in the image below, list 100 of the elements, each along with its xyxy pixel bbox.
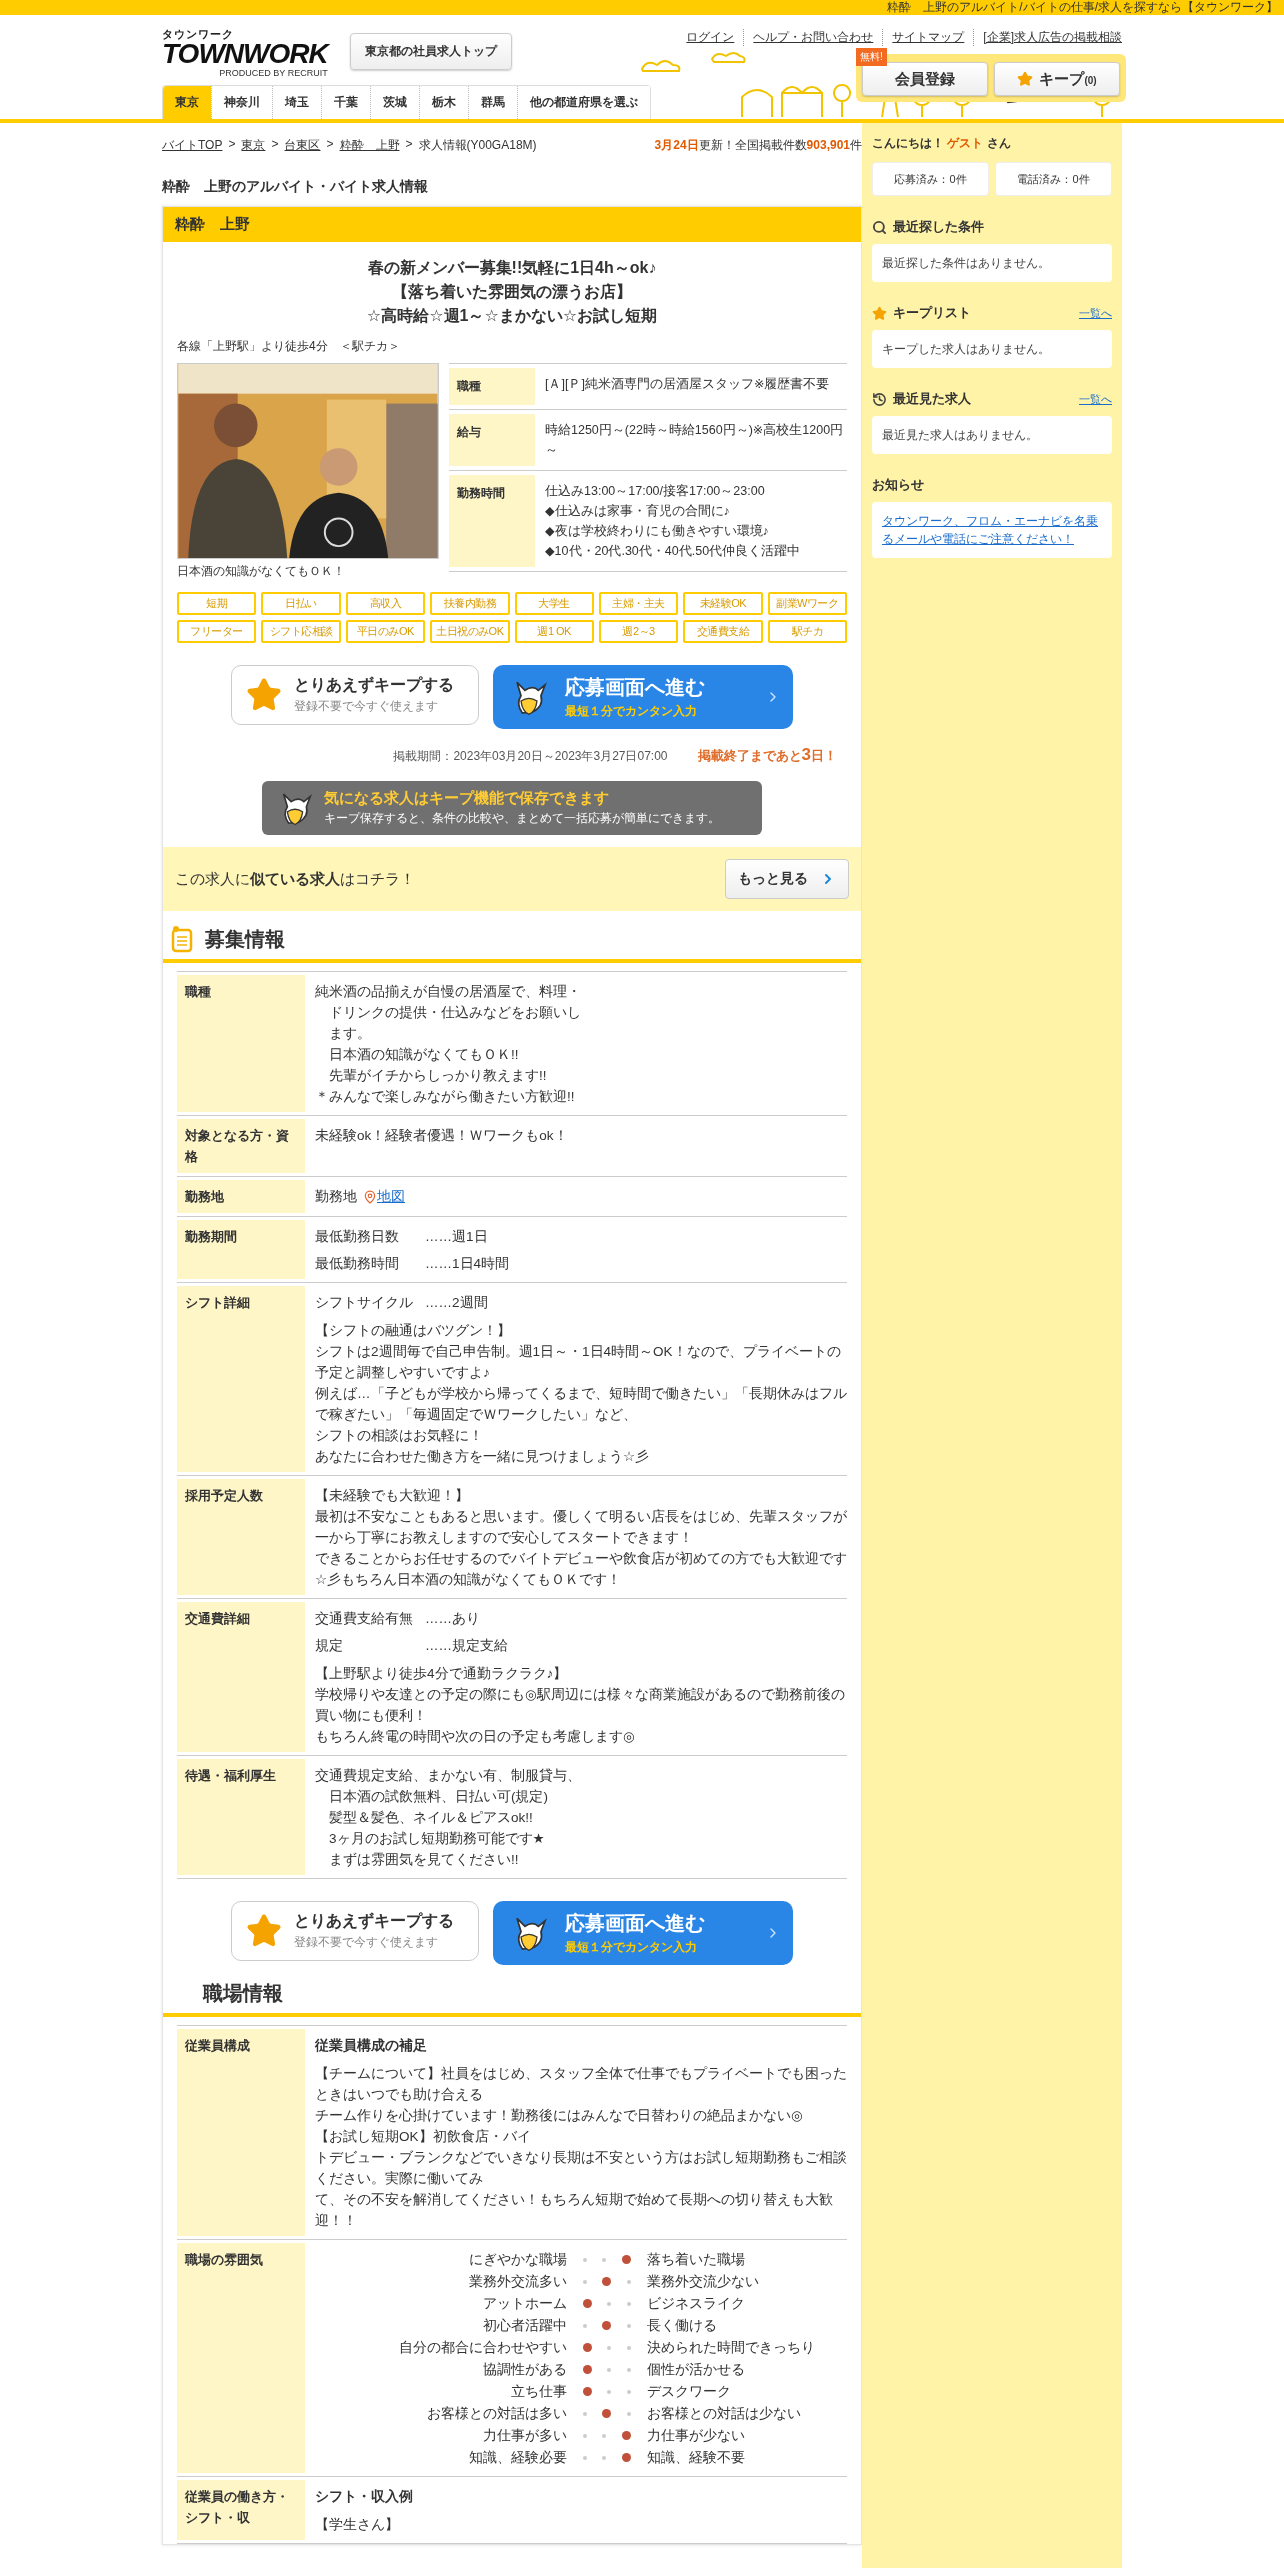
description-line: 【学生さん】 (315, 2516, 400, 2534)
description-line: 日本酒の試飲無料、日払い可(規定) (328, 1788, 549, 1806)
sidebar-heading: 最近見た求人 (893, 390, 971, 408)
pin-icon (363, 1189, 377, 1204)
prefecture-tab[interactable]: 他の都道府県を選ぶ (517, 86, 650, 119)
location-text: 勤務地 (315, 1188, 357, 1206)
prefecture-tab[interactable]: 東京 (163, 86, 211, 119)
description-line: 交通費規定支給、まかない有、制服貸与、 (315, 1767, 582, 1785)
scale-right-label: 長く働ける (646, 2317, 718, 2335)
summary-value: ◆仕込みは家事・育児の合間に♪ (545, 503, 731, 520)
similar-jobs-text: この求人に似ている求人はコチラ！ (175, 869, 415, 889)
search-icon (872, 219, 887, 235)
deadline-notice: 掲載終了まであと3日！ (697, 745, 837, 765)
view-all-link[interactable]: 一覧へ (1079, 305, 1112, 321)
header-link[interactable]: ヘルプ・お問い合わせ (743, 29, 883, 46)
description-line: 最初は不安なこともあると思います。優しくて明るい店長をはじめ、先輩スタッフが一から丁寧にお教えしますので安心してスタートできます！ (315, 1508, 847, 1547)
job-headline: 春の新メンバー募集!!気軽に1日4h～ok♪ (366, 258, 658, 278)
keep-list-button[interactable]: キープ(0) (994, 62, 1120, 96)
corporate-jobs-button[interactable]: 東京都の社員求人トップ (349, 33, 512, 70)
keep-button[interactable]: とりあえずキープする 登録不要で今すぐ使えます (231, 1901, 479, 1961)
breadcrumb-separator: > (228, 137, 236, 153)
memo-icon (171, 925, 193, 953)
feature-tag: 週2～3 (598, 620, 679, 643)
detail-label: 最低勤務日数 (315, 1228, 400, 1246)
section-title: 募集情報 (205, 926, 285, 952)
breadcrumb-separator: > (405, 137, 413, 153)
breadcrumb-link[interactable]: 台東区 (284, 137, 321, 154)
description-line: まずは雰囲気を見てください!! (328, 1851, 520, 1869)
row-label: 勤務期間 (177, 1220, 305, 1279)
detail-value: ……2週間 (425, 1294, 488, 1312)
breadcrumb-link[interactable]: バイトTOP (162, 137, 223, 154)
feature-tag: 週1 OK (514, 620, 594, 643)
section-title: 職場情報 (203, 1980, 283, 2006)
sidebar-heading: キープリスト (893, 304, 971, 322)
description-line: 先輩がイチからしっかり教えます!! (328, 1067, 548, 1085)
scale-right-label: 知識、経験不要 (646, 2449, 746, 2467)
banner-title: 気になる求人はキープ機能で保存できます (324, 789, 610, 808)
scale-right-label: ビジネスライク (646, 2295, 746, 2313)
description-line: あなたに合わせた働き方を一緒に見つけましょう☆彡 (315, 1448, 651, 1466)
star-icon (246, 677, 282, 713)
scale-left-label: 力仕事が多い (482, 2427, 568, 2445)
star-icon (872, 305, 887, 321)
summary-value: 時給1250円～(22時～時給1560円～)※高校生1200円～ (545, 422, 845, 459)
update-info: 3月24日更新！全国掲載件数903,901件 (654, 137, 862, 154)
logo-subtitle: PRODUCED BY RECRUIT (219, 69, 328, 78)
scale-left-label: 知識、経験必要 (468, 2449, 568, 2467)
sidebar-heading: 最近探した条件 (893, 218, 984, 236)
more-button[interactable]: もっと見る (725, 859, 849, 899)
scale-left-label: 業務外交流多い (468, 2273, 568, 2291)
feature-tag: フリーター (177, 620, 257, 643)
row-label: 職場の雰囲気 (177, 2243, 305, 2473)
description-line: トデビュー・ブランクなどでいきなり長期は不安という方はお試し短期勤務もご相談ください。実際に働いてみ (315, 2149, 847, 2188)
description-line: て、その不安を解消してください！もちろん短期で始めて長期への切り替えも大歓迎！！ (315, 2191, 834, 2230)
feature-tag: 土日祝のみOK (430, 620, 510, 643)
summary-label: 勤務時間 (449, 475, 535, 567)
detail-value: ……1日4時間 (425, 1255, 510, 1273)
row-label: 勤務地 (177, 1180, 305, 1213)
breadcrumb-link[interactable]: 粋酔 上野 (339, 137, 400, 154)
notice-link[interactable]: タウンワーク、フロム・エーナビを名乗るメールや電話にご注意ください！ (882, 512, 1102, 548)
scale-right-label: 落ち着いた職場 (646, 2251, 746, 2269)
detail-value: ……週1日 (425, 1228, 489, 1246)
description-line: シフトの相談はお気軽に！ (315, 1427, 484, 1445)
breadcrumb-link[interactable]: 東京 (241, 137, 266, 154)
description-line: 学校帰りや友達との予定の際にも◎駅周辺には様々な商業施設があるので勤務前後の買い物にも便利！ (315, 1686, 846, 1725)
access-text: 各線「上野駅」より徒歩4分 ＜駅チカ＞ (177, 338, 401, 355)
summary-label: 給与 (449, 414, 535, 466)
header-link[interactable]: [企業]求人広告の掲載相談 (973, 29, 1122, 46)
summary-value: ◆10代・20代.30代・40代.50代仲良く活躍中 (545, 543, 802, 560)
feature-tag: 交通費支給 (683, 620, 763, 643)
history-count-button[interactable]: 電話済み：0件 (995, 162, 1112, 196)
row-label: 従業員構成 (177, 2029, 305, 2236)
logo-wordmark: TOWNWORK (162, 40, 328, 68)
description-line: 日本酒の知識がなくてもＯＫ!! (328, 1046, 520, 1064)
history-count-button[interactable]: 応募済み：0件 (872, 162, 989, 196)
description-line: 3ヶ月のお試し短期勤務可能です★ (328, 1830, 546, 1848)
detail-label: 規定 (315, 1637, 344, 1655)
description-line: 【シフトの融通はバツグン！】 (315, 1322, 512, 1340)
keep-button[interactable]: とりあえずキープする 登録不要で今すぐ使えます (231, 665, 479, 725)
view-all-link[interactable]: 一覧へ (1079, 391, 1112, 407)
summary-value: ◆夜は学校終わりにも働きやすい環境♪ (545, 523, 770, 540)
job-headline: 【落ち着いた雰囲気の漂うお店】 (391, 282, 633, 303)
greeting-text: こんにちは！ ゲスト さん (872, 135, 1012, 152)
row-label: 対象となる方・資格 (177, 1119, 305, 1173)
scale-left-label: 自分の都合に合わせやすい (398, 2339, 568, 2357)
summary-label: 職種 (449, 368, 535, 405)
apply-button[interactable]: 応募画面へ進む 最短１分でカンタン入力 (493, 1901, 793, 1965)
header-link[interactable]: サイトマップ (882, 29, 974, 46)
scale-left-label: 立ち仕事 (510, 2383, 568, 2401)
map-link[interactable]: 地図 (363, 1186, 405, 1207)
scale-left-label: 初心者活躍中 (482, 2317, 568, 2335)
description-line: 【未経験でも大歓迎！】 (315, 1487, 470, 1505)
feature-tag: 大学生 (514, 592, 594, 615)
register-button[interactable]: 会員登録 (862, 62, 988, 96)
description-line: 【上野駅より徒歩4分で通勤ラクラク♪】 (315, 1665, 569, 1683)
header-link[interactable]: ログイン (677, 29, 744, 46)
apply-button[interactable]: 応募画面へ進む 最短１分でカンタン入力 (493, 665, 793, 729)
photo-caption: 日本酒の知識がなくてもＯＫ！ (177, 563, 346, 580)
description-line: 【お試し短期OK】初飲食店・バイ (315, 2128, 532, 2146)
keep-feature-banner[interactable]: 気になる求人はキープ機能で保存できます キープ保存すると、条件の比較や、まとめて一括応募が簡単にできます。 (262, 781, 762, 835)
description-line: チーム作りを心掛けています！勤務後にはみんなで日替わりの絶品まかない◎ (315, 2107, 804, 2125)
